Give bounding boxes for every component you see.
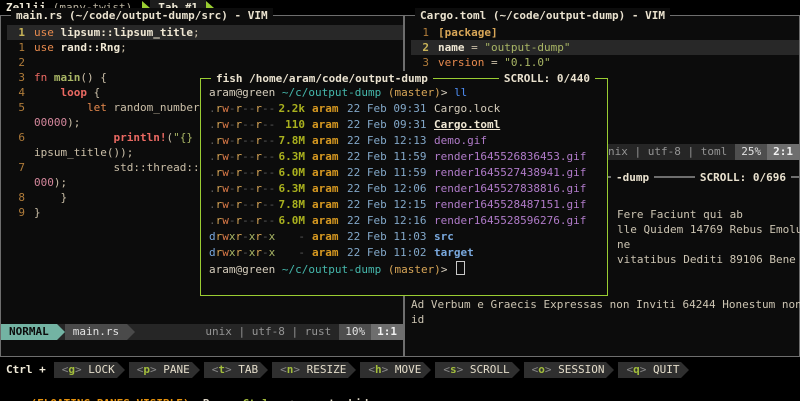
statusline-scroll-percent: 10% [339,324,371,340]
keybar-arrow-icon [512,362,520,378]
prompt-command: ll [454,86,467,99]
keybar-arrow-icon [348,362,356,378]
text-line: Ad Verbum e Graecis Expressas non Inviti… [411,297,799,312]
statusline-filename: main.rs [65,324,127,340]
vim-statusline-left: NORMAL main.rs unix | utf-8 | rust 10% 1… [1,324,403,340]
keybinding-bar: Ctrl +<g> LOCK<p> PANE<t> TAB<n> RESIZE<… [0,362,800,378]
file-row: .rw-r--r--7.8Maram22 Feb 12:15render1645… [209,197,607,213]
keybar-key-move[interactable]: <h> MOVE [360,362,423,378]
file-row: .rw-r--r--2.2karam22 Feb 09:31Cargo.lock [209,101,607,117]
prompt-git-branch: (master) [388,86,441,99]
file-row: .rw-r--r--6.3Maram22 Feb 12:06render1645… [209,181,607,197]
statusline-fileinfo: unix | utf-8 | rust [197,324,339,340]
keybar-key-resize[interactable]: <n> RESIZE [272,362,348,378]
floating-pane-fish[interactable]: fish /home/aram/code/output-dump SCROLL:… [200,78,608,296]
pane-title-fish: fish /home/aram/code/output-dump [211,71,433,86]
keybar-arrow-icon [606,362,614,378]
code-editor-cargo-toml: 1[package]2name = "output-dump"3version … [405,16,799,70]
hint-text: to hide. [322,397,382,401]
code-line: 1use lipsum::lipsum_title; [7,25,403,40]
keybar-arrow-icon [423,362,431,378]
keybar-key-lock[interactable]: <g> LOCK [54,362,117,378]
pane-title-main-rs: main.rs (~/code/output-dump/src) - VIM [11,8,273,23]
file-row: drwxr-xr-x-aram22 Feb 11:03src [209,229,607,245]
file-row: .rw-r--r--7.8Maram22 Feb 12:13demo.gif [209,133,607,149]
pane-title-cargo-toml: Cargo.toml (~/code/output-dump) - VIM [415,8,670,23]
keybar-key-pane[interactable]: <p> PANE [129,362,192,378]
statusline-cursor-position: 1:1 [371,324,403,340]
scroll-indicator-dump: SCROLL: 0/696 [695,170,791,185]
code-line: 2 [7,55,403,70]
keybar-arrow-icon [681,362,689,378]
hint-bar: (FLOATING PANES VISIBLE): Press Ctrl-p +… [0,380,800,396]
keybar-segments: <g> LOCK <p> PANE <t> TAB <n> RESIZE <h> MOV… [54,363,694,376]
keybar-arrow-icon [117,362,125,378]
code-line: 1use rand::Rng; [7,40,403,55]
prompt-path: ~/c/output-dump [282,86,381,99]
statusline-fileinfo: unix | utf-8 | toml [593,144,735,160]
file-row: .rw-r--r--6.0Maram22 Feb 12:16render1645… [209,213,607,229]
powerline-arrow-icon [127,324,135,340]
keybar-key-session[interactable]: <o> SESSION [524,362,607,378]
prompt-user-host: aram@green [209,263,275,276]
statusline-filler [135,324,197,340]
statusline-cursor-position: 2:1 [767,144,799,160]
hint-text: + [282,397,302,401]
keybar-key-quit[interactable]: <q> QUIT [618,362,681,378]
file-row: .rw-r--r--6.0Maram22 Feb 11:59render1645… [209,165,607,181]
code-line: 1[package] [411,25,799,40]
keybar-key-tab[interactable]: <t> TAB [204,362,260,378]
prompt-line-previous: aram@green ~/c/output-dump (master)> ll [209,85,607,101]
scroll-indicator-fish: SCROLL: 0/440 [499,71,595,86]
powerline-arrow-icon [57,324,65,340]
floating-panes-badge: (FLOATING PANES VISIBLE) [31,397,190,401]
pane-title-output-dump: -dump [611,170,654,185]
fish-terminal[interactable]: aram@green ~/c/output-dump (master)> ll … [201,79,607,277]
vim-mode-indicator: NORMAL [1,324,57,340]
keybar-arrow-icon [260,362,268,378]
keybar-arrow-icon [192,362,200,378]
code-line: 2name = "output-dump" [411,40,799,55]
prompt-line-current: aram@green ~/c/output-dump (master)> [209,261,607,277]
text-line: id [411,312,799,327]
file-row: .rw-r--r--110aram22 Feb 09:31Cargo.toml [209,117,607,133]
code-line: 3version = "0.1.0" [411,55,799,70]
terminal-cursor[interactable] [456,261,465,275]
hint-shortcut-ctrl-p: Ctrl-p [242,397,282,401]
file-row: drwxr-xr-x-aram22 Feb 11:02target [209,245,607,261]
keybar-prefix: Ctrl + [0,363,54,376]
keybar-key-scroll[interactable]: <s> SCROLL [435,362,511,378]
hint-text: : Press [189,397,242,401]
statusline-scroll-percent: 25% [735,144,767,160]
prompt-user-host: aram@green [209,86,275,99]
file-row: .rw-r--r--6.3Maram22 Feb 11:59render1645… [209,149,607,165]
zellij-screen: Zellij (many-twist) Tab #1 main.rs (~/co… [0,0,800,401]
hint-shortcut-w: <w> [302,397,322,401]
file-listing: .rw-r--r--2.2karam22 Feb 09:31Cargo.lock… [209,101,607,261]
prompt-path: ~/c/output-dump [282,263,381,276]
prompt-git-branch: (master) [388,263,441,276]
